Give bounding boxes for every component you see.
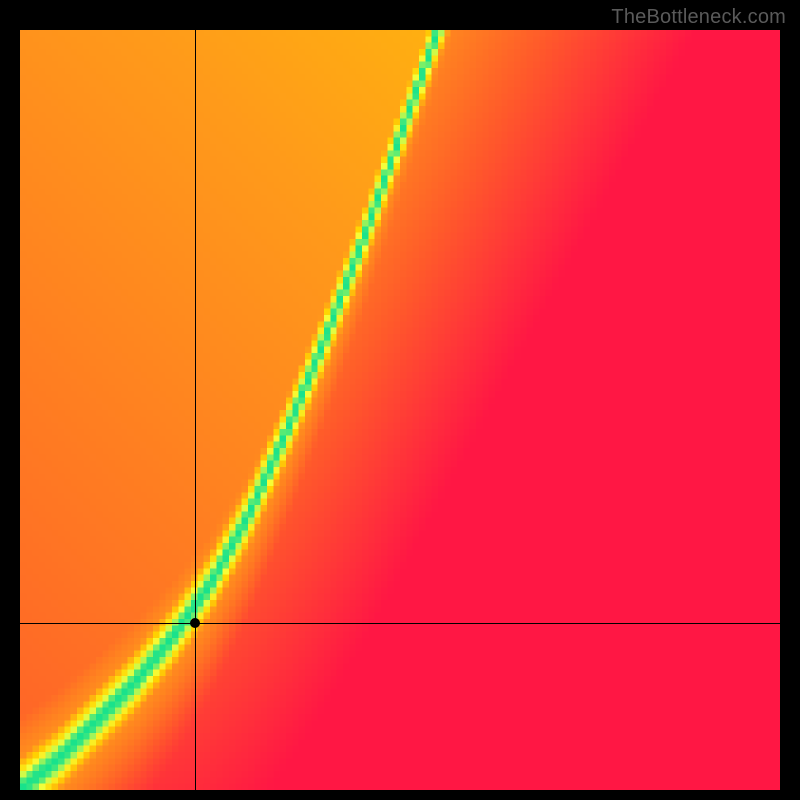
heatmap-plot [20, 30, 780, 790]
heatmap-canvas [20, 30, 780, 790]
crosshair-marker [190, 618, 200, 628]
crosshair-horizontal [20, 623, 780, 624]
crosshair-vertical [195, 30, 196, 790]
watermark-text: TheBottleneck.com [611, 6, 786, 29]
